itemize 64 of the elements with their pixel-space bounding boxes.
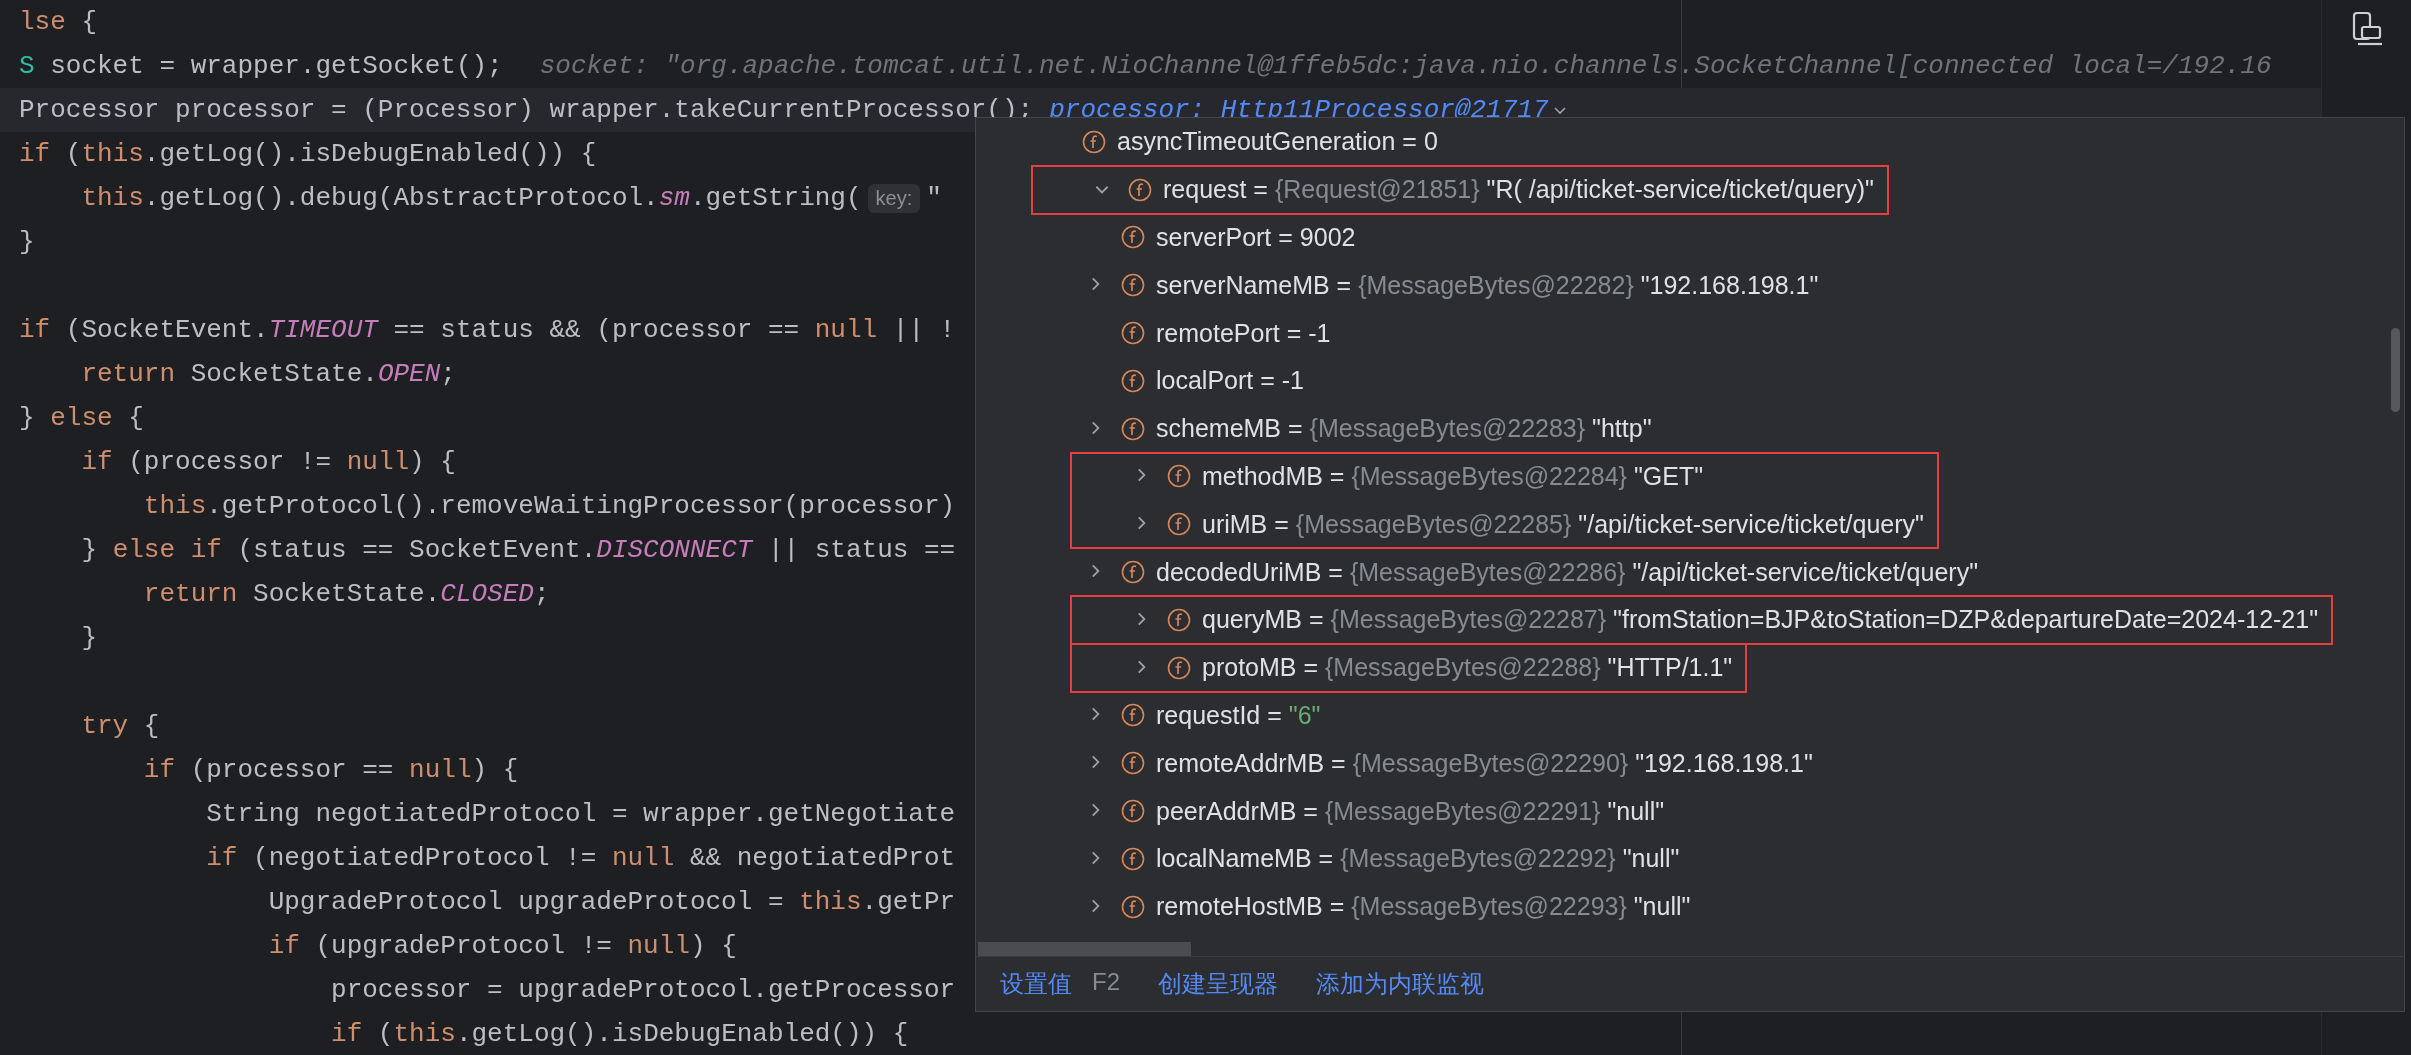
variable-value: schemeMB = {MessageBytes@22283} "http" — [1156, 414, 1652, 444]
variable-value: remoteAddrMB = {MessageBytes@22290} "192.168.198.1" — [1156, 748, 1813, 778]
field-icon — [1167, 607, 1191, 632]
field-icon — [1121, 416, 1145, 441]
variable-value: peerAddrMB = {MessageBytes@22291} "null" — [1156, 796, 1665, 826]
code-text: processor = upgradeProtocol.getProcessor — [330, 975, 956, 1005]
action-link[interactable]: 创建呈现器 — [1158, 968, 1278, 1000]
code-text: if (this.getLog().isDebugEnabled()) { — [330, 1019, 909, 1049]
field-icon — [1121, 321, 1145, 346]
field-icon — [1121, 846, 1145, 871]
code-text: return SocketState.CLOSED; — [142, 579, 550, 609]
field-icon — [1121, 560, 1145, 585]
field-icon — [1121, 225, 1145, 250]
field-icon — [1167, 655, 1191, 680]
code-text: return SocketState.OPEN; — [80, 359, 456, 389]
code-text: Processor processor = (Processor) wrapper.takeCurrentProcessor(); — [19, 95, 1034, 125]
code-text: if (upgradeProtocol != null) { — [267, 931, 737, 961]
variable-value: serverPort = 9002 — [1156, 223, 1356, 252]
field-icon — [1167, 512, 1191, 537]
inline-value-hint: socket: "org.apache.tomcat.util.net.NioChannel@1ffeb5dc:java.nio.channels.SocketChannel[connected local=/192.16 — [539, 51, 2272, 81]
field-icon — [1121, 273, 1145, 298]
variable-value: queryMB = {MessageBytes@22287} "fromStation=BJP&toStation=DZP&departureDate=2024-12-21" — [1202, 605, 2319, 635]
code-text: if (negotiatedProtocol != null && negotiatedProt — [205, 843, 956, 873]
variable-value: localPort = -1 — [1156, 366, 1304, 396]
code-text: } else if (status == SocketEvent.DISCONNECT || status == — [80, 535, 956, 565]
code-text: if (SocketEvent.TIMEOUT == status && (processor == null || ! — [19, 315, 956, 345]
code-text: } — [80, 623, 97, 653]
scrollbar-thumb[interactable] — [2391, 328, 2400, 412]
code-text: UpgradeProtocol upgradeProtocol = this.getPr — [267, 887, 956, 917]
scrollbar-thumb[interactable] — [978, 942, 1191, 956]
field-icon — [1121, 368, 1145, 393]
code-text: S socket = wrapper.getSocket(); — [19, 51, 503, 81]
variable-value: decodedUriMB = {MessageBytes@22286} "/api/ticket-service/ticket/query" — [1156, 557, 1979, 587]
variable-value: asyncTimeoutGeneration = 0 — [1117, 127, 1438, 157]
field-icon — [1121, 751, 1145, 776]
code-text: if (processor != null) { — [80, 447, 456, 477]
variable-value: remoteHostMB = {MessageBytes@22293} "null" — [1156, 892, 1691, 922]
field-icon — [1082, 129, 1106, 154]
code-text: " — [926, 183, 942, 213]
action-link[interactable]: 添加为内联监视 — [1316, 968, 1484, 1000]
code-text: lse { — [19, 7, 98, 37]
action-link[interactable]: 设置值 F2 — [1000, 968, 1120, 1000]
variable-value: localNameMB = {MessageBytes@22292} "null" — [1156, 844, 1680, 874]
variable-value: remotePort = -1 — [1156, 318, 1331, 348]
code-text: } else { — [19, 403, 144, 433]
code-text: String negotiatedProtocol = wrapper.getNegotiate — [205, 799, 956, 829]
field-icon — [1167, 464, 1191, 489]
field-icon — [1121, 799, 1145, 824]
code-text: if (processor == null) { — [142, 755, 519, 785]
variable-value: requestId = "6" — [1156, 700, 1321, 730]
code-text: if (this.getLog().isDebugEnabled()) { — [19, 139, 597, 169]
variable-value: protoMB = {MessageBytes@22288} "HTTP/1.1" — [1202, 653, 1733, 683]
field-icon — [1121, 703, 1145, 728]
field-icon — [1128, 177, 1152, 202]
code-text: this.getLog().debug(AbstractProtocol.sm.getString( — [80, 183, 862, 213]
code-text: this.getProtocol().removeWaitingProcessor(processor) — [142, 491, 956, 521]
field-icon — [1121, 894, 1145, 919]
variable-value: methodMB = {MessageBytes@22284} "GET" — [1202, 461, 1704, 491]
variable-value: request = {Request@21851} "R( /api/ticket-service/ticket/query)" — [1163, 175, 1874, 205]
parameter-hint: key: — [867, 183, 921, 213]
variable-value: uriMB = {MessageBytes@22285} "/api/ticket-service/ticket/query" — [1202, 509, 1924, 539]
code-text: } — [19, 227, 35, 257]
variable-value: serverNameMB = {MessageBytes@22282} "192.168.198.1" — [1156, 270, 1819, 300]
code-text: try { — [80, 711, 160, 741]
